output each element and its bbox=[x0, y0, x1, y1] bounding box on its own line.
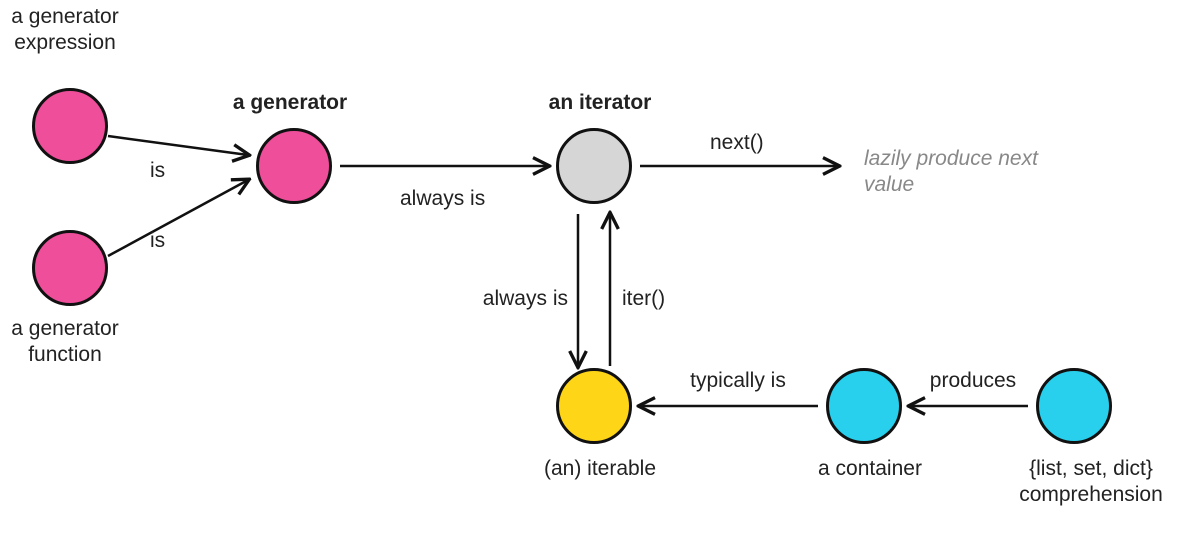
label-gen-func: a generator function bbox=[0, 316, 130, 369]
edge-label-always-is-1: always is bbox=[400, 186, 485, 212]
edge-label-typically-is: typically is bbox=[668, 368, 808, 394]
connectors-layer bbox=[0, 0, 1184, 534]
edge-expr-to-gen bbox=[108, 136, 248, 155]
node-container bbox=[826, 368, 902, 444]
label-gen-expr: a generator expression bbox=[0, 4, 130, 57]
label-comprehension: {list, set, dict} comprehension bbox=[996, 456, 1184, 509]
label-iterator: an iterator bbox=[520, 90, 680, 116]
label-generator: a generator bbox=[200, 90, 380, 116]
edge-func-to-gen bbox=[108, 180, 248, 256]
node-generator bbox=[256, 128, 332, 204]
annotation-lazy: lazily produce next value bbox=[864, 146, 1044, 199]
label-iterable: (an) iterable bbox=[520, 456, 680, 482]
edge-label-always-is-2: always is bbox=[472, 286, 568, 312]
node-iterator bbox=[556, 128, 632, 204]
node-comprehension bbox=[1036, 368, 1112, 444]
edge-label-iter: iter() bbox=[622, 286, 665, 312]
edge-label-is-1: is bbox=[150, 158, 165, 184]
node-iterable bbox=[556, 368, 632, 444]
node-gen-func bbox=[32, 230, 108, 306]
edge-label-next: next() bbox=[710, 130, 764, 156]
label-container: a container bbox=[790, 456, 950, 482]
diagram-stage: a generator expression a generator funct… bbox=[0, 0, 1184, 534]
node-gen-expr bbox=[32, 88, 108, 164]
edge-label-produces: produces bbox=[918, 368, 1028, 394]
edge-label-is-2: is bbox=[150, 228, 165, 254]
